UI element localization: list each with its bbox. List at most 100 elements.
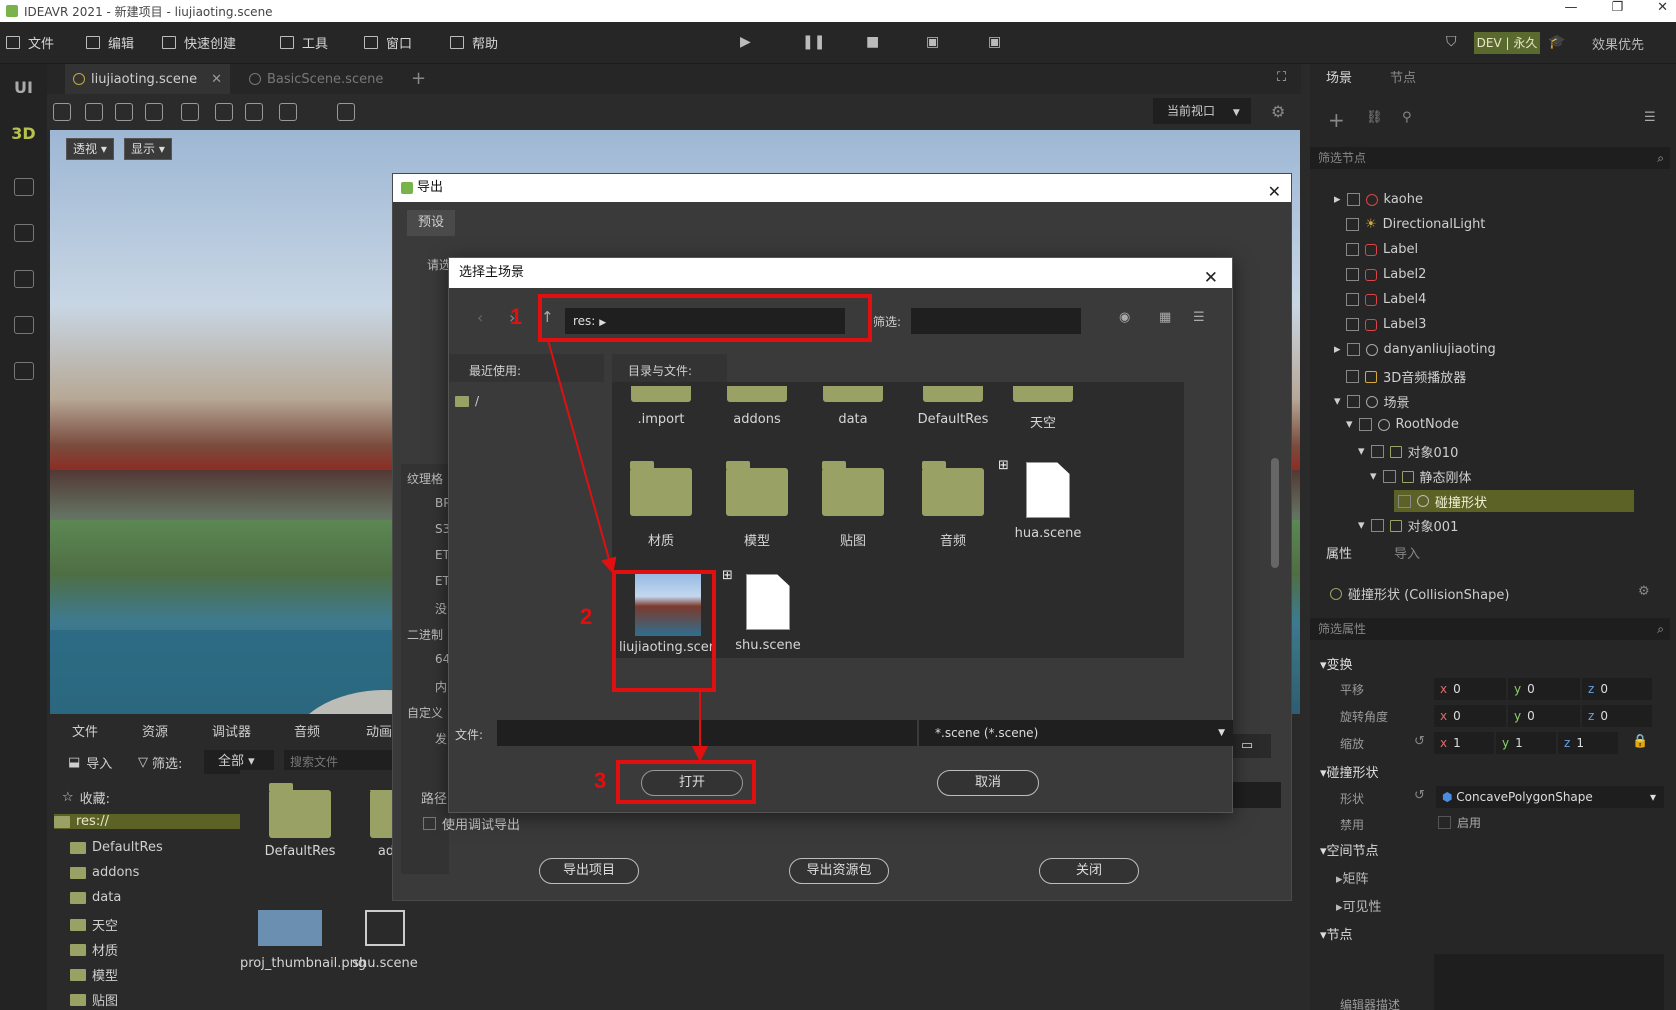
graduation-icon[interactable]: 🎓 xyxy=(1548,34,1565,50)
item-data[interactable]: data xyxy=(818,386,888,427)
select-tool-icon[interactable] xyxy=(53,103,71,121)
scale-z-field[interactable]: z1 xyxy=(1558,732,1618,754)
cancel-button[interactable]: 取消 xyxy=(937,770,1039,796)
effect-priority[interactable]: 效果优先 xyxy=(1592,34,1644,53)
tree-item-res[interactable]: res:// xyxy=(54,814,240,829)
item-material[interactable]: 材质 xyxy=(626,461,696,549)
tab-preset[interactable]: 预设 xyxy=(407,210,455,236)
export-close-button[interactable]: 关闭 xyxy=(1039,858,1139,884)
lock-icon[interactable]: 🔒 xyxy=(1632,734,1648,749)
filter-nodes-input[interactable]: 筛选节点 ⌕ xyxy=(1310,147,1670,169)
close-export-button[interactable]: ✕ xyxy=(1268,178,1281,206)
node-checkbox[interactable] xyxy=(1346,293,1359,306)
tab-files[interactable]: 文件 xyxy=(72,720,98,746)
tab-node[interactable]: 节点 xyxy=(1390,66,1416,92)
pause-icon[interactable]: ❚❚ xyxy=(802,34,825,50)
shape-select[interactable]: ⬢ ConcavePolygonShape ▾ xyxy=(1436,786,1664,808)
close-tab-icon[interactable]: ✕ xyxy=(211,72,222,87)
section-visible[interactable]: ▸可见性 xyxy=(1336,896,1382,915)
checkbox[interactable] xyxy=(1438,816,1451,829)
back-icon[interactable]: ‹ xyxy=(477,308,483,327)
node-directionallight[interactable]: ☀ DirectionalLight xyxy=(1346,217,1485,232)
tab-scene[interactable]: 场景 xyxy=(1326,66,1352,92)
3d-mode-button[interactable]: 3D xyxy=(0,124,47,143)
doc-icon[interactable] xyxy=(14,362,34,380)
node-checkbox[interactable] xyxy=(1398,494,1411,508)
scale-x-field[interactable]: x1 xyxy=(1434,732,1494,754)
item-texture[interactable]: 贴图 xyxy=(818,461,888,549)
store-icon[interactable] xyxy=(14,224,34,242)
editor-desc-textarea[interactable] xyxy=(1434,954,1664,1010)
perspective-dropdown[interactable]: 透视 ▾ xyxy=(66,138,114,160)
ui-mode-button[interactable]: UI xyxy=(0,78,47,97)
tree-item-data[interactable]: data xyxy=(70,890,121,905)
grid-item-defaultres[interactable]: DefaultRes xyxy=(260,783,340,859)
translate-y-field[interactable]: y0 xyxy=(1508,678,1580,700)
node-staticbody[interactable]: ▾ 静态刚体 xyxy=(1370,467,1472,486)
node-object001[interactable]: ▾ 对象001 xyxy=(1358,516,1458,535)
checkbox[interactable] xyxy=(423,817,436,830)
translate-z-field[interactable]: z0 xyxy=(1582,678,1652,700)
tree-item-defaultres[interactable]: DefaultRes xyxy=(70,840,163,855)
tab-animation[interactable]: 动画 xyxy=(366,720,392,746)
maximize-button[interactable]: ❐ xyxy=(1611,0,1623,22)
tab-assets[interactable]: 资源 xyxy=(142,720,168,746)
node-checkbox[interactable] xyxy=(1346,370,1359,383)
stop-icon[interactable]: ■ xyxy=(866,34,879,50)
reset-icon[interactable]: ↺ xyxy=(1414,734,1425,749)
item-hua-scene[interactable]: hua.scene xyxy=(1008,462,1088,541)
scrollbar[interactable] xyxy=(1271,458,1279,568)
export-path-input[interactable] xyxy=(1231,782,1281,808)
section-matrix[interactable]: ▸矩阵 xyxy=(1336,868,1369,887)
reset-icon[interactable]: ↺ xyxy=(1414,788,1425,803)
tab-liujiaoting[interactable]: liujiaoting.scene ✕ xyxy=(65,64,231,94)
add-icon[interactable]: ⊞ xyxy=(998,458,1009,473)
menu-window[interactable]: 窗口 xyxy=(364,33,412,52)
node-checkbox[interactable] xyxy=(1370,519,1384,532)
node-label2[interactable]: Label2 xyxy=(1346,267,1426,282)
item-addons[interactable]: addons xyxy=(722,386,792,427)
menu-help[interactable]: 帮助 xyxy=(450,33,498,52)
recent-item-root[interactable]: / xyxy=(455,394,479,408)
node-checkbox[interactable] xyxy=(1346,268,1359,281)
rotate-x-field[interactable]: x0 xyxy=(1434,705,1506,727)
tab-audio[interactable]: 音频 xyxy=(294,720,320,746)
section-spatial[interactable]: ▾空间节点 xyxy=(1320,840,1379,859)
tab-properties[interactable]: 属性 xyxy=(1326,542,1352,568)
export-project-button[interactable]: 导出项目 xyxy=(539,858,639,884)
node-rootnode[interactable]: ▾ RootNode xyxy=(1346,417,1459,432)
file-name-input[interactable] xyxy=(497,720,917,746)
debug-export-checkbox[interactable]: 使用调试导出 xyxy=(423,814,520,833)
node-label3[interactable]: Label3 xyxy=(1346,317,1426,332)
item-defaultres[interactable]: DefaultRes xyxy=(908,386,998,427)
eye-icon[interactable]: ◉ xyxy=(1119,310,1130,325)
path-icon[interactable] xyxy=(14,178,34,196)
node-object010[interactable]: ▾ 对象010 xyxy=(1358,442,1458,461)
grid-view-icon[interactable]: ▦ xyxy=(1159,310,1171,325)
node-checkbox[interactable] xyxy=(1346,243,1359,256)
node-kaohe[interactable]: ▸ kaohe xyxy=(1334,192,1423,207)
menu-quick-create[interactable]: 快速创建 xyxy=(162,33,236,52)
node-checkbox[interactable] xyxy=(1358,418,1372,431)
menu-tools[interactable]: 工具 xyxy=(280,33,328,52)
menu-file[interactable]: 文件 xyxy=(6,33,54,52)
tree-item-texture[interactable]: 贴图 xyxy=(70,990,118,1009)
item-sky[interactable]: 天空 xyxy=(1008,386,1078,431)
node-checkbox[interactable] xyxy=(1346,343,1360,356)
node-label4[interactable]: Label4 xyxy=(1346,292,1426,307)
list-view-icon[interactable]: ☰ xyxy=(1193,310,1205,325)
tab-debugger[interactable]: 调试器 xyxy=(212,720,251,746)
display-dropdown[interactable]: 显示 ▾ xyxy=(124,138,172,160)
node-label[interactable]: Label xyxy=(1346,242,1418,257)
rotate-z-field[interactable]: z0 xyxy=(1582,705,1652,727)
layout-tool-icon[interactable] xyxy=(279,103,297,121)
share-icon[interactable] xyxy=(14,316,34,334)
item-shu-scene[interactable]: shu.scene xyxy=(728,574,808,653)
add-node-icon[interactable]: + xyxy=(1328,108,1345,132)
tree-item-model[interactable]: 模型 xyxy=(70,965,118,984)
tree-item-material[interactable]: 材质 xyxy=(70,940,118,959)
item-audio[interactable]: 音频 xyxy=(918,461,988,549)
import-button[interactable]: ⬓ 导入 xyxy=(68,753,112,772)
camera-tool-icon[interactable] xyxy=(337,103,355,121)
snap-tool-icon[interactable] xyxy=(245,103,263,121)
